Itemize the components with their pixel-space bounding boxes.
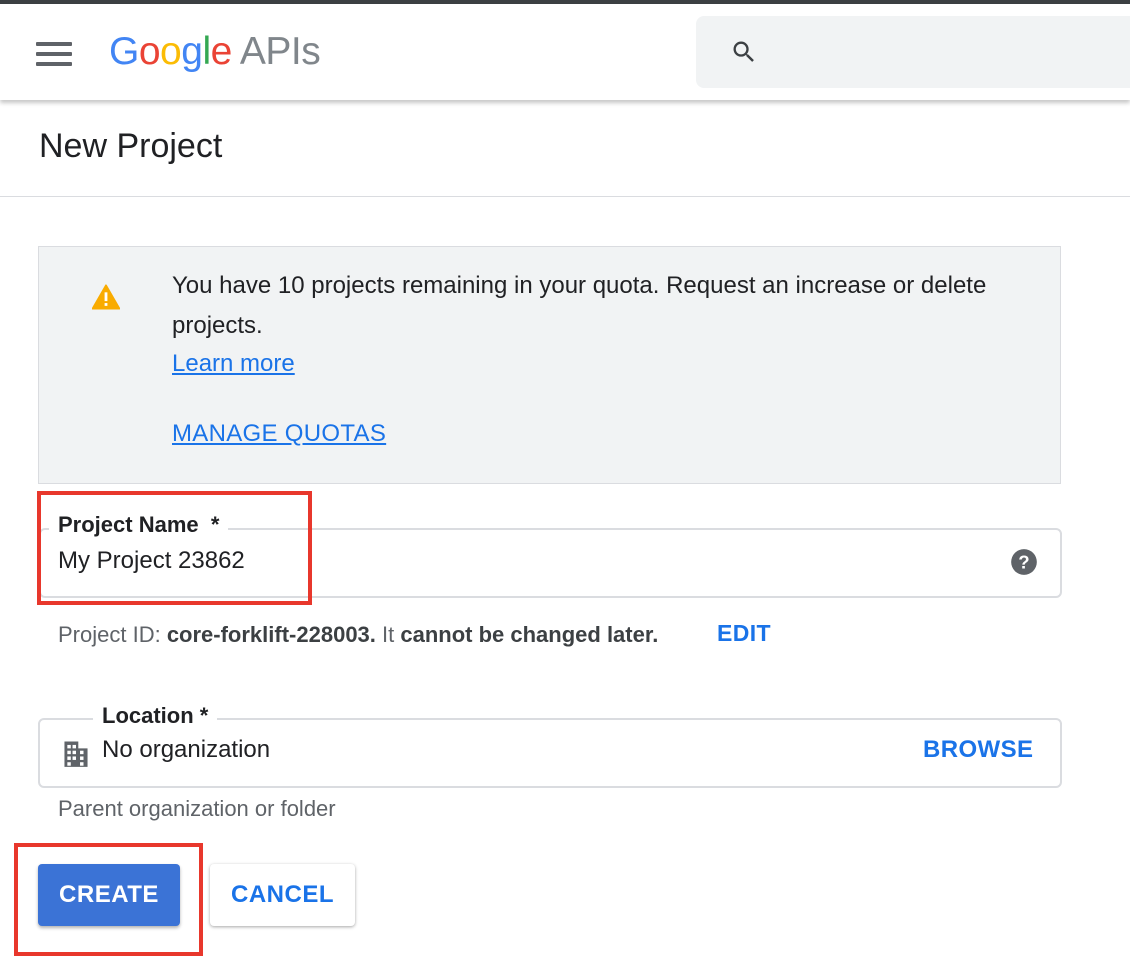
project-id-middle: It bbox=[375, 622, 401, 647]
location-label-text: Location bbox=[102, 703, 194, 728]
location-helper-text: Parent organization or folder bbox=[58, 796, 336, 821]
logo-letter: o bbox=[160, 30, 182, 73]
manage-quotas-link[interactable]: MANAGE QUOTAS bbox=[172, 414, 386, 454]
building-icon bbox=[64, 741, 88, 767]
cancel-button[interactable]: CANCEL bbox=[210, 864, 355, 926]
project-id-prefix: Project ID: bbox=[58, 622, 167, 647]
app-bar: Google APIs bbox=[0, 4, 1130, 100]
create-button[interactable]: CREATE bbox=[38, 864, 180, 926]
page-title: New Project bbox=[39, 127, 223, 165]
search-bar[interactable] bbox=[696, 16, 1130, 88]
logo-letter: g bbox=[181, 30, 203, 73]
browse-button[interactable]: BROWSE bbox=[923, 736, 1033, 764]
project-name-label-text: Project Name bbox=[58, 512, 199, 537]
required-mark: * bbox=[199, 703, 209, 728]
logo-letter: o bbox=[138, 30, 161, 73]
logo-letter: e bbox=[210, 30, 233, 73]
logo-letter: l bbox=[202, 30, 211, 73]
project-id-info: Project ID: core-forklift-228003. It can… bbox=[58, 622, 658, 648]
search-input[interactable] bbox=[776, 34, 1110, 72]
quota-message: You have 10 projects remaining in your q… bbox=[172, 272, 987, 339]
project-name-input[interactable] bbox=[58, 544, 958, 578]
logo-apis-text: APIs bbox=[239, 30, 321, 73]
search-icon[interactable] bbox=[730, 38, 758, 66]
location-value: No organization bbox=[102, 736, 271, 763]
warning-icon bbox=[92, 284, 120, 310]
required-mark: * bbox=[210, 512, 220, 537]
learn-more-link[interactable]: Learn more bbox=[172, 344, 295, 384]
header-divider bbox=[0, 196, 1130, 197]
svg-text:?: ? bbox=[1018, 551, 1029, 572]
logo-letter: G bbox=[109, 30, 139, 73]
location-label: Location * bbox=[93, 703, 218, 729]
help-icon[interactable]: ? bbox=[1010, 548, 1038, 576]
project-id-value: core-forklift-228003. bbox=[166, 622, 376, 647]
project-name-label: Project Name * bbox=[49, 512, 229, 538]
google-apis-logo[interactable]: Google APIs bbox=[109, 28, 321, 76]
project-id-warning: cannot be changed later. bbox=[400, 622, 659, 647]
edit-project-id-button[interactable]: EDIT bbox=[717, 620, 771, 647]
hamburger-menu-icon[interactable] bbox=[30, 36, 74, 72]
